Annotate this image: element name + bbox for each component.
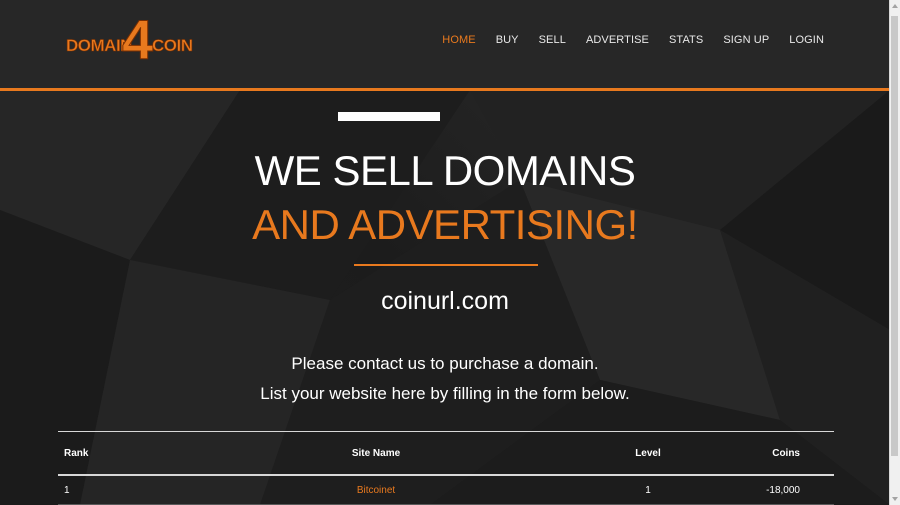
nav-login[interactable]: LOGIN (789, 34, 824, 46)
cell-level: 1 (592, 475, 704, 505)
nav-buy[interactable]: BUY (496, 34, 519, 46)
header-level: Level (592, 432, 704, 476)
hero-divider (354, 264, 538, 266)
domain-name: coinurl.com (381, 287, 509, 315)
scrollbar-thumb[interactable] (891, 16, 898, 456)
nav-sign-up[interactable]: SIGN UP (723, 34, 769, 46)
main-nav: HOME BUY SELL ADVERTISE STATS SIGN UP LO… (422, 34, 824, 46)
scroll-up-arrow-icon[interactable] (892, 4, 898, 8)
contact-message: Please contact us to purchase a domain. (291, 354, 599, 373)
listing-message: List your website here by filling in the… (260, 384, 630, 403)
logo-word-right: COIN (152, 36, 194, 56)
vertical-scrollbar[interactable] (889, 0, 900, 505)
site-logo[interactable]: DOMAIN 4 COIN (66, 9, 194, 70)
hero-accent-bar (338, 112, 440, 121)
header-coins: Coins (704, 432, 834, 476)
nav-sell[interactable]: SELL (539, 34, 566, 46)
hero-heading-line1: WE SELL DOMAINS (254, 147, 636, 194)
cell-rank: 1 (58, 475, 160, 505)
nav-advertise[interactable]: ADVERTISE (586, 34, 649, 46)
nav-stats[interactable]: STATS (669, 34, 703, 46)
header-site-name: Site Name (160, 432, 592, 476)
cell-site-name: Bitcoinet (160, 475, 592, 505)
site-link[interactable]: Bitcoinet (357, 485, 395, 496)
hero-heading-line2: AND ADVERTISING! (252, 201, 638, 248)
page: DOMAIN 4 COIN HOME BUY SELL ADVERTISE ST… (0, 0, 900, 505)
cell-coins: -18,000 (704, 475, 834, 505)
scroll-down-arrow-icon[interactable] (892, 497, 898, 501)
sites-table: Rank Site Name Level Coins 1 Bitcoinet 1… (58, 431, 834, 505)
header-bar: DOMAIN 4 COIN HOME BUY SELL ADVERTISE ST… (0, 0, 890, 91)
nav-home[interactable]: HOME (442, 34, 475, 46)
table-header-row: Rank Site Name Level Coins (58, 432, 834, 476)
logo-number: 4 (121, 8, 154, 71)
table-row: 1 Bitcoinet 1 -18,000 (58, 475, 834, 505)
header-rank: Rank (58, 432, 160, 476)
